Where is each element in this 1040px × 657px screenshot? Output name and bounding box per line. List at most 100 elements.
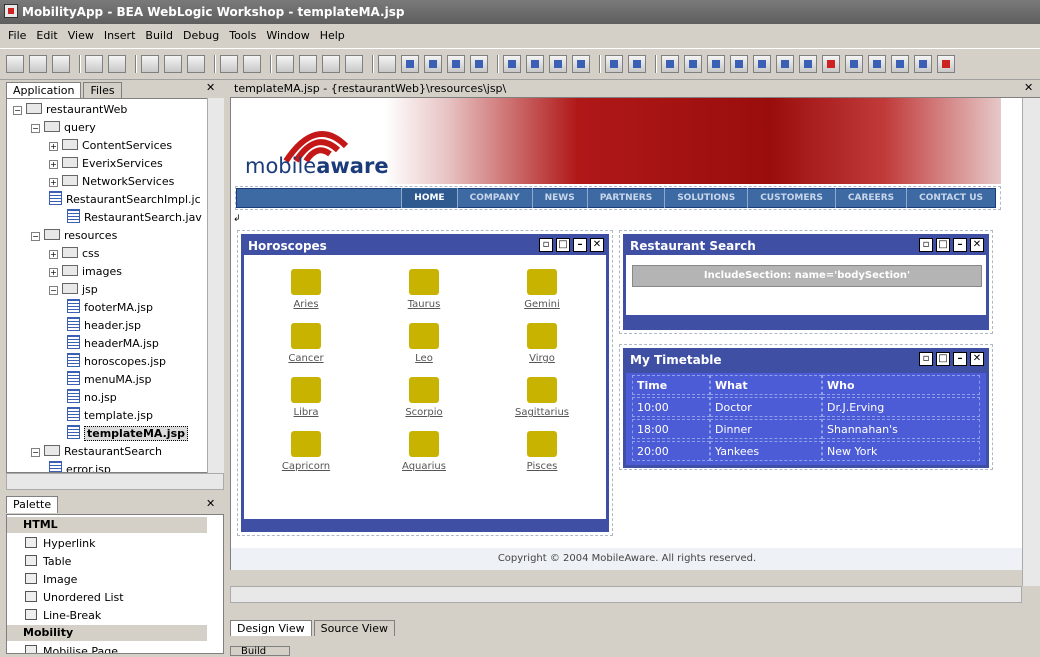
tree-vertical-scrollbar[interactable] [207, 98, 224, 473]
close-icon[interactable]: ✕ [970, 238, 984, 252]
nav-item[interactable]: CONTACT US [906, 188, 995, 208]
tree-item[interactable]: − jsp [49, 281, 98, 299]
close-icon[interactable]: ✕ [206, 82, 215, 94]
restore-icon[interactable]: ▫ [539, 238, 553, 252]
menu-insert[interactable]: Insert [104, 29, 136, 42]
palette-item[interactable]: Hyperlink [25, 535, 96, 553]
palette-item[interactable]: Table [25, 553, 71, 571]
export-icon[interactable] [914, 55, 932, 73]
sign-link[interactable]: Virgo [492, 323, 592, 364]
step-over-icon[interactable] [526, 55, 544, 73]
tree-item[interactable]: footerMA.jsp [67, 299, 153, 317]
expand-toggle-icon[interactable]: − [49, 286, 58, 295]
find-icon[interactable] [345, 55, 363, 73]
tree-item[interactable]: template.jsp [67, 407, 153, 425]
tree-item[interactable]: horoscopes.jsp [67, 353, 166, 371]
tree-item[interactable]: + ContentServices [49, 137, 172, 155]
menu-window[interactable]: Window [266, 29, 309, 42]
zoom-icon[interactable] [753, 55, 771, 73]
tree-item[interactable]: + NetworkServices [49, 173, 174, 191]
save-icon[interactable] [52, 55, 70, 73]
step-icon[interactable] [470, 55, 488, 73]
tree-item[interactable]: + images [49, 263, 122, 281]
nav-item[interactable]: HOME [401, 188, 457, 208]
deploy-icon[interactable] [661, 55, 679, 73]
save-all-icon[interactable] [85, 55, 103, 73]
menu-tools[interactable]: Tools [229, 29, 256, 42]
cut-icon[interactable] [164, 55, 182, 73]
minimize-icon[interactable]: – [953, 238, 967, 252]
maximize-icon[interactable]: □ [936, 238, 950, 252]
expand-toggle-icon[interactable]: + [49, 160, 58, 169]
menu-edit[interactable]: Edit [36, 29, 57, 42]
close-icon[interactable]: ✕ [970, 352, 984, 366]
test-icon[interactable] [891, 55, 909, 73]
palette-item[interactable]: Image [25, 571, 77, 589]
go-icon[interactable] [845, 55, 863, 73]
expand-toggle-icon[interactable]: + [49, 268, 58, 277]
tree-horizontal-scrollbar[interactable] [6, 473, 224, 490]
palette-item[interactable]: Unordered List [25, 589, 124, 607]
menu-file[interactable]: File [8, 29, 26, 42]
expand-toggle-icon[interactable]: − [31, 232, 40, 241]
indent-icon[interactable] [299, 55, 317, 73]
tree-item[interactable]: RestaurantSearchImpl.jc [49, 191, 201, 209]
delete-icon[interactable] [822, 55, 840, 73]
back-icon[interactable] [243, 55, 261, 73]
new-icon[interactable] [6, 55, 24, 73]
open-icon[interactable] [29, 55, 47, 73]
close-icon[interactable]: ✕ [206, 498, 215, 510]
toolbox-icon[interactable] [707, 55, 725, 73]
tab-build[interactable]: Build [230, 646, 290, 657]
restore-icon[interactable]: ▫ [919, 352, 933, 366]
breakpoint-icon[interactable] [572, 55, 590, 73]
sign-link[interactable]: Taurus [374, 269, 474, 310]
run-icon[interactable] [868, 55, 886, 73]
restore-icon[interactable]: ▫ [919, 238, 933, 252]
tab-source-view[interactable]: Source View [313, 620, 395, 636]
nav-item[interactable]: PARTNERS [586, 188, 665, 208]
menu-view[interactable]: View [68, 29, 94, 42]
editor-horizontal-scrollbar[interactable] [230, 586, 1022, 603]
expand-toggle-icon[interactable]: + [49, 178, 58, 187]
sign-link[interactable]: Libra [256, 377, 356, 418]
maximize-icon[interactable]: □ [556, 238, 570, 252]
nav-item[interactable]: CUSTOMERS [747, 188, 835, 208]
tab-palette[interactable]: Palette [6, 496, 59, 513]
menu-debug[interactable]: Debug [183, 29, 219, 42]
sign-link[interactable]: Sagittarius [492, 377, 592, 418]
sign-link[interactable]: Pisces [492, 431, 592, 472]
include-section[interactable]: IncludeSection: name='bodySection' [632, 265, 982, 287]
tree-item[interactable]: header.jsp [67, 317, 141, 335]
tree-item[interactable]: + EverixServices [49, 155, 163, 173]
minimize-icon[interactable]: – [953, 352, 967, 366]
tab-design-view[interactable]: Design View [230, 620, 312, 636]
minimize-icon[interactable]: – [573, 238, 587, 252]
expand-toggle-icon[interactable]: − [13, 106, 22, 115]
build-icon[interactable] [628, 55, 646, 73]
tree-item[interactable]: − query [31, 119, 96, 137]
sign-link[interactable]: Scorpio [374, 377, 474, 418]
tree-item[interactable]: templateMA.jsp [67, 425, 189, 443]
nav-item[interactable]: SOLUTIONS [664, 188, 747, 208]
expand-toggle-icon[interactable]: + [49, 250, 58, 259]
clear-icon[interactable] [605, 55, 623, 73]
nav-item[interactable]: CAREERS [834, 188, 906, 208]
tree-item[interactable]: − resources [31, 227, 117, 245]
close-icon[interactable]: ✕ [590, 238, 604, 252]
expand-toggle-icon[interactable]: + [49, 142, 58, 151]
tree-item[interactable]: − RestaurantSearch [31, 443, 162, 461]
tree-item[interactable]: no.jsp [67, 389, 117, 407]
redo-icon[interactable] [141, 55, 159, 73]
step-into-icon[interactable] [503, 55, 521, 73]
stop-icon[interactable] [447, 55, 465, 73]
palette-section[interactable]: HTML [7, 517, 207, 533]
sign-link[interactable]: Capricorn [256, 431, 356, 472]
nav-item[interactable]: COMPANY [456, 188, 532, 208]
move-icon[interactable] [730, 55, 748, 73]
tree-item[interactable]: − restaurantWeb [13, 101, 127, 119]
maximize-icon[interactable]: □ [936, 352, 950, 366]
step-out-icon[interactable] [549, 55, 567, 73]
palette-item[interactable]: Mobilise Page [25, 643, 118, 653]
forward-icon[interactable] [276, 55, 294, 73]
